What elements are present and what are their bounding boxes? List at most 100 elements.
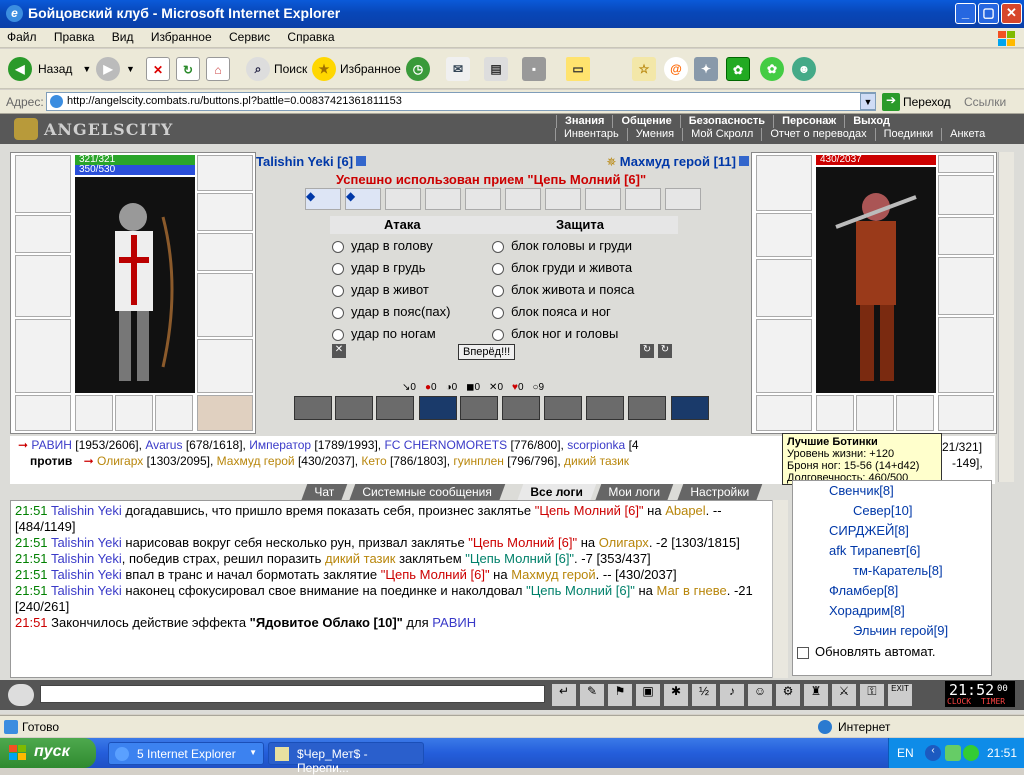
radio-icon[interactable] [492,284,504,297]
nav-knowledge[interactable]: Знания [556,115,612,128]
enemy-avatar[interactable] [816,167,936,393]
user-item[interactable]: тм-Каратель[8] [793,561,991,581]
minimize-button[interactable]: _ [955,3,976,24]
chat-user[interactable]: Talishin Yeki [51,567,122,582]
fighter-name[interactable]: Махмуд герой [217,454,295,468]
filter-icon[interactable]: ⚑ [608,684,632,706]
combo-slot[interactable] [665,188,701,210]
user-item[interactable]: Свенчик[8] [793,481,991,501]
music-icon[interactable]: ♪ [720,684,744,706]
network-icon[interactable] [945,745,961,761]
skill-icon[interactable] [544,396,582,420]
user-item[interactable]: afk Тирапевт[6] [793,541,991,561]
empty-slot[interactable] [856,395,894,431]
fighter-icon[interactable]: ✱ [664,684,688,706]
user-item[interactable]: Эльчин герой[9] [793,621,991,641]
icq2-button[interactable]: ✿ [760,55,784,83]
skill-icon[interactable] [294,396,332,420]
nav-security[interactable]: Безопасность [679,115,773,128]
refresh-icon[interactable]: ↻ [658,344,672,358]
player-avatar[interactable] [75,177,195,393]
task-document[interactable]: $Чер_Мет$ - Перепи... [268,742,424,775]
exit-icon[interactable]: EXIT [888,684,912,706]
combo-slot[interactable]: ◆ [305,188,341,210]
skill-icon[interactable] [628,396,666,420]
chat-user[interactable]: Talishin Yeki [51,503,122,518]
user-item[interactable]: СИРДЖЕЙ[8] [793,521,991,541]
earrings-slot[interactable] [197,155,253,191]
chevron-down-icon[interactable]: ▼ [126,64,135,74]
combo-slot[interactable] [625,188,661,210]
game-logo[interactable]: ANGELSCITY [8,116,238,142]
menu-view[interactable]: Вид [105,28,141,46]
player-icon[interactable]: ♜ [804,684,828,706]
block-legs-head[interactable]: блок ног и головы [492,326,618,341]
radio-icon[interactable] [332,262,344,275]
fighter-name[interactable]: Avarus [145,438,182,452]
player-name[interactable]: Talishin Yeki [6] [256,154,367,169]
block-belt-legs[interactable]: блок пояса и ног [492,304,611,319]
skill-icon[interactable] [335,396,373,420]
maximize-button[interactable]: ▢ [978,3,999,24]
fighter-name[interactable]: Император [249,438,311,452]
close-button[interactable]: ✕ [1001,3,1022,24]
address-input[interactable]: http://angelscity.combats.ru/buttons.pl?… [46,92,876,111]
attack-head[interactable]: удар в голову [332,238,433,253]
forward-button[interactable]: Вперёд!!! [458,344,516,360]
user-item[interactable]: Хорадрим[8] [793,601,991,621]
fighter-name[interactable]: Кето [361,454,386,468]
chevron-down-icon[interactable]: ▼ [82,64,91,74]
skill-icon[interactable] [502,396,540,420]
stop-button[interactable]: ✕ [146,55,170,83]
enemy-shield-slot[interactable] [938,257,994,315]
fighter-name[interactable]: гуинплен [453,454,504,468]
nav-skills[interactable]: Умения [626,128,682,141]
mailru-button[interactable]: @ [664,55,688,83]
combo-slot[interactable]: ◆ [345,188,381,210]
radio-icon[interactable] [492,306,504,319]
skill-icon[interactable] [376,396,414,420]
scroll-icon[interactable]: ½ [692,684,716,706]
attack-belly[interactable]: удар в живот [332,282,429,297]
enemy-bracers-slot[interactable] [756,213,812,257]
attack-chest[interactable]: удар в грудь [332,260,426,275]
enemy-boots-slot[interactable] [938,395,994,431]
flower-icon[interactable] [963,745,979,761]
gloves-slot[interactable] [197,233,253,271]
boots-slot[interactable] [197,395,253,431]
icq-button[interactable]: ✿ [726,55,750,83]
chat-scrollbar[interactable] [772,500,788,678]
combo-slot[interactable] [545,188,581,210]
empty-slot[interactable] [155,395,193,431]
empty-slot[interactable] [896,395,934,431]
info-icon[interactable] [356,156,367,166]
lightning-skill-icon[interactable] [419,396,457,420]
radio-icon[interactable] [492,262,504,275]
discuss-button[interactable]: ▭ [566,55,590,83]
block-chest-belly[interactable]: блок груди и живота [492,260,632,275]
radio-icon[interactable] [492,328,504,341]
radio-icon[interactable] [332,240,344,253]
enemy-belt-slot[interactable] [756,395,812,431]
tool-button[interactable]: ✦ [694,55,718,83]
favorites-button[interactable]: ★ Избранное [312,55,401,83]
lock-icon[interactable]: ⚿ [860,684,884,706]
fighter-name[interactable]: дикий тазик [564,454,629,468]
print-button[interactable]: ▤ [484,55,508,83]
block-head-chest[interactable]: блок головы и груди [492,238,632,253]
fighter-name[interactable]: РАВИН [31,438,72,452]
lightning-skill-icon[interactable] [671,396,709,420]
sword-icon[interactable]: ⚔ [832,684,856,706]
forward-button[interactable]: ▶ ▼ [96,55,135,83]
enemy-rings-slot[interactable] [938,175,994,215]
fighter-name[interactable]: Олигарх [97,454,143,468]
go-button[interactable]: Переход [903,95,951,109]
game-scrollbar[interactable] [998,152,1014,482]
attack-legs[interactable]: удар по ногам [332,326,436,341]
enemy-armor-slot[interactable] [756,319,812,393]
nav-transfers[interactable]: Отчет о переводах [761,128,874,141]
chat-user[interactable]: Talishin Yeki [51,583,122,598]
messenger-button[interactable]: ☻ [792,55,816,83]
radio-icon[interactable] [332,284,344,297]
smile-icon[interactable]: ☺ [748,684,772,706]
